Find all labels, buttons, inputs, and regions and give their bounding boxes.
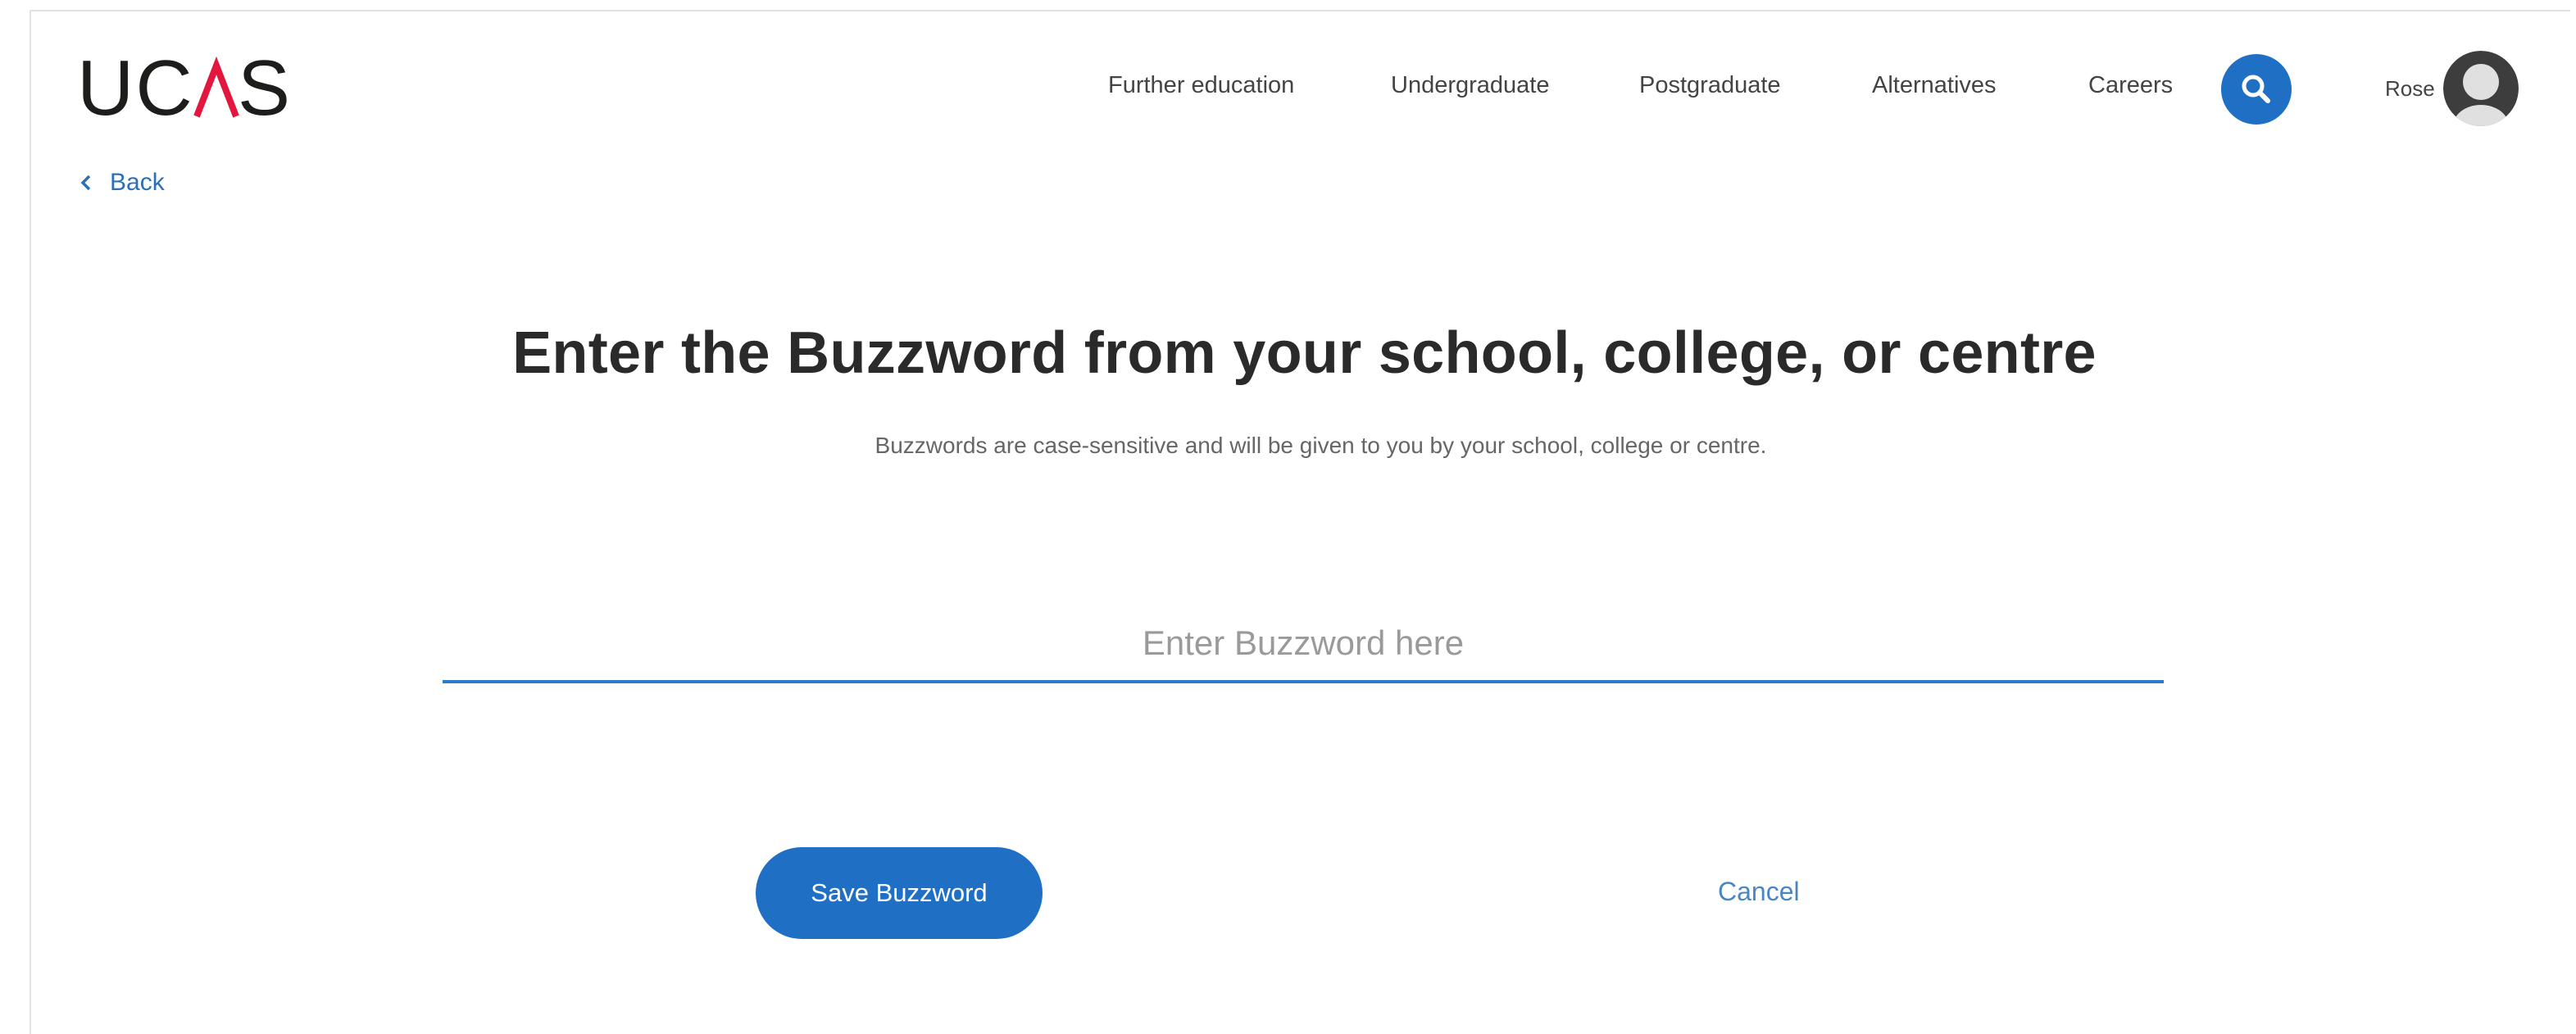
chevron-left-icon <box>80 175 91 191</box>
page-subtitle: Buzzwords are case-sensitive and will be… <box>875 433 1767 458</box>
search-button[interactable] <box>2221 54 2292 125</box>
page-frame <box>30 10 2570 1034</box>
nav-further-education[interactable]: Further education <box>1108 72 1294 99</box>
user-menu[interactable]: Rose <box>2385 51 2519 126</box>
search-icon <box>2242 75 2270 103</box>
user-name: Rose <box>2385 75 2435 101</box>
nav-postgraduate[interactable]: Postgraduate <box>1639 72 1781 99</box>
save-buzzword-button[interactable]: Save Buzzword <box>756 847 1043 939</box>
cancel-link[interactable]: Cancel <box>1718 877 1800 907</box>
nav-careers[interactable]: Careers <box>2088 72 2173 99</box>
top-navigation: Further education Undergraduate Postgrad… <box>0 51 2576 126</box>
page-title: Enter the Buzzword from your school, col… <box>512 320 2097 386</box>
nav-undergraduate[interactable]: Undergraduate <box>1391 72 1549 99</box>
back-link[interactable]: Back <box>80 169 165 197</box>
user-avatar-icon <box>2442 51 2519 126</box>
buzzword-input[interactable] <box>443 606 2164 683</box>
nav-alternatives[interactable]: Alternatives <box>1872 72 1997 99</box>
back-label: Back <box>110 169 165 196</box>
